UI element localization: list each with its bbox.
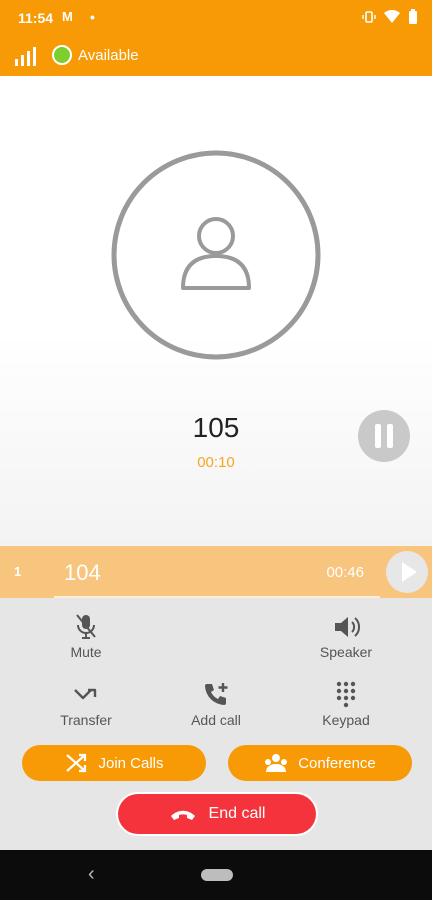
notification-dot: • [90, 9, 95, 25]
add-call-button[interactable]: Add call [166, 680, 266, 728]
conference-button[interactable]: Conference [228, 745, 412, 781]
add-call-icon [205, 683, 228, 705]
availability-bar[interactable]: Available [0, 36, 432, 76]
mute-icon [76, 614, 96, 639]
speaker-button[interactable]: Speaker [296, 612, 396, 660]
end-call-label: End call [208, 805, 266, 822]
avatar-icon [111, 150, 321, 360]
keypad-label: Keypad [322, 712, 370, 728]
transfer-button[interactable]: Transfer [36, 680, 136, 728]
join-calls-icon [66, 753, 87, 773]
vibrate-icon [362, 11, 376, 23]
transfer-label: Transfer [60, 712, 112, 728]
presence-indicator [52, 45, 72, 65]
status-time: 11:54 [18, 10, 54, 26]
home-pill-button[interactable] [201, 869, 233, 881]
status-icons [362, 9, 418, 25]
end-call-button[interactable]: End call [118, 794, 316, 834]
held-call-number: 104 [64, 560, 101, 585]
speaker-icon [335, 617, 361, 637]
keypad-button[interactable]: Keypad [296, 680, 396, 728]
call-controls: Mute Speaker Transfer Add call Keypad Jo… [0, 598, 432, 850]
conference-icon [265, 754, 288, 772]
system-nav-bar: ‹ [0, 850, 432, 900]
add-call-label: Add call [191, 712, 241, 728]
resume-call-button[interactable] [386, 551, 428, 593]
join-calls-button[interactable]: Join Calls [22, 745, 206, 781]
signal-icon [15, 47, 36, 66]
battery-icon [409, 9, 417, 24]
status-bar: 11:54 M • [0, 0, 432, 36]
hold-button[interactable] [358, 410, 410, 462]
end-call-icon [170, 810, 195, 820]
held-call-timer: 00:46 [326, 564, 364, 581]
gmail-notification-icon: M [62, 9, 73, 24]
back-icon[interactable]: ‹ [88, 863, 95, 886]
held-call-index: 1 [14, 564, 22, 579]
pause-icon [375, 424, 393, 448]
keypad-icon [336, 681, 356, 708]
presence-label: Available [78, 47, 139, 64]
active-call-area: 105 00:10 [0, 76, 432, 546]
play-icon [402, 562, 417, 582]
transfer-icon [74, 688, 97, 700]
speaker-label: Speaker [319, 644, 373, 660]
mute-button[interactable]: Mute [36, 612, 136, 660]
conference-label: Conference [298, 754, 376, 772]
mute-label: Mute [70, 644, 102, 660]
held-call-row[interactable]: 1 104 00:46 [0, 546, 432, 598]
join-calls-label: Join Calls [98, 754, 164, 772]
wifi-icon [384, 10, 400, 23]
